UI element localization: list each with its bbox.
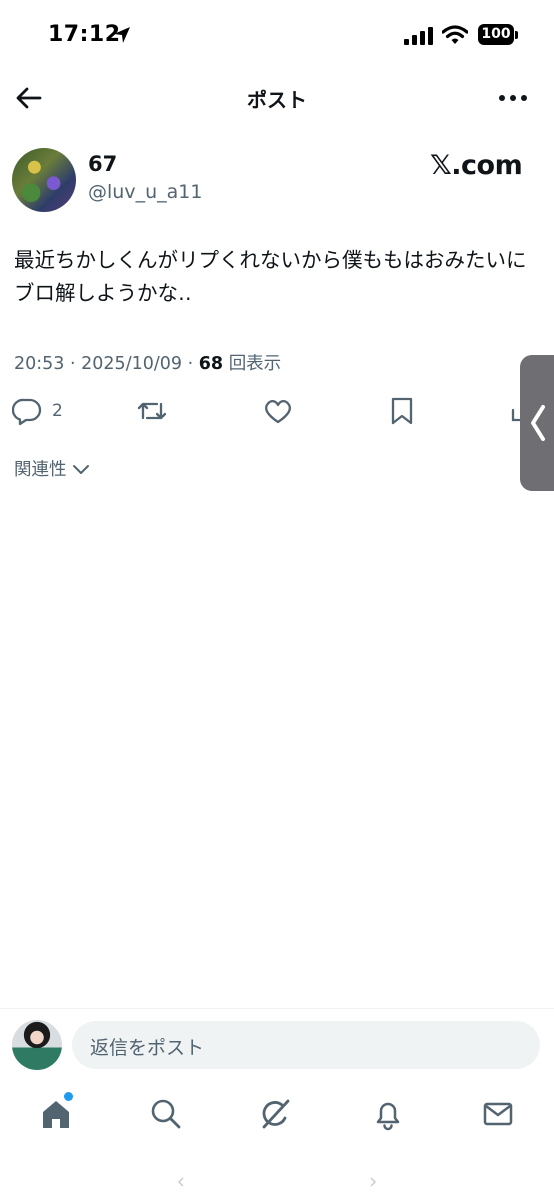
- grok-icon: [262, 1099, 290, 1129]
- cellular-signal-icon: [404, 27, 433, 45]
- meta-separator: ·: [70, 354, 82, 374]
- home-notification-dot: [64, 1092, 73, 1101]
- post-metadata: 20:53 · 2025/10/09 · 68 回表示: [14, 350, 281, 375]
- search-icon: [151, 1099, 181, 1129]
- status-time: 17:12: [48, 22, 121, 47]
- wifi-icon: [442, 25, 468, 44]
- tab-grok[interactable]: [258, 1096, 294, 1132]
- browser-forward-icon[interactable]: [368, 1176, 378, 1188]
- chevron-left-icon: [531, 405, 545, 441]
- related-label: 関連性: [14, 460, 67, 480]
- browser-back-icon[interactable]: [176, 1176, 186, 1188]
- repost-button[interactable]: [136, 396, 168, 426]
- views-count: 68: [198, 354, 224, 374]
- reply-placeholder: 返信をポスト: [90, 1037, 205, 1059]
- author-display-name[interactable]: 67: [88, 152, 117, 176]
- bell-icon: [376, 1102, 400, 1131]
- post-time[interactable]: 20:53: [14, 354, 64, 374]
- envelope-icon: [483, 1102, 513, 1126]
- location-arrow-icon: [114, 27, 130, 43]
- back-arrow-icon[interactable]: [14, 84, 44, 112]
- comment-icon: [11, 398, 42, 426]
- more-options-icon[interactable]: [498, 90, 528, 106]
- meta-separator: ·: [187, 354, 199, 374]
- reply-count: 2: [52, 401, 63, 421]
- like-button[interactable]: [262, 396, 294, 426]
- battery-level: 100: [478, 24, 514, 45]
- tab-home[interactable]: [38, 1092, 74, 1132]
- chevron-down-icon: [73, 465, 90, 474]
- side-panel-tab[interactable]: [520, 355, 554, 491]
- post-text: 最近ちかしくんがリプくれないから僕ももはおみたいにブロ解しようかな‥: [14, 248, 527, 305]
- reply-input[interactable]: 返信をポスト: [72, 1021, 540, 1069]
- tab-search[interactable]: [148, 1096, 184, 1132]
- author-avatar[interactable]: [12, 148, 76, 212]
- home-icon: [43, 1101, 69, 1128]
- top-nav-bar: ポスト: [0, 74, 554, 122]
- views-label: 回表示: [228, 354, 282, 374]
- page-title: ポスト: [247, 88, 307, 112]
- author-handle[interactable]: @luv_u_a11: [88, 181, 202, 203]
- battery-cap: [515, 31, 518, 39]
- reply-button[interactable]: 2: [11, 396, 72, 426]
- heart-icon: [265, 400, 291, 424]
- x-com-watermark: 𝕏.com: [430, 150, 523, 181]
- tab-notifications[interactable]: [370, 1096, 406, 1132]
- bookmark-button[interactable]: [388, 396, 416, 426]
- status-bar: 17:12 100: [0, 0, 554, 70]
- current-user-avatar[interactable]: [12, 1020, 62, 1070]
- repost-icon: [137, 402, 167, 420]
- reply-divider: [0, 1008, 554, 1009]
- bookmark-icon: [391, 397, 413, 425]
- post-date[interactable]: 2025/10/09: [81, 354, 182, 374]
- tab-messages[interactable]: [480, 1096, 516, 1132]
- sort-related-dropdown[interactable]: 関連性: [14, 456, 90, 481]
